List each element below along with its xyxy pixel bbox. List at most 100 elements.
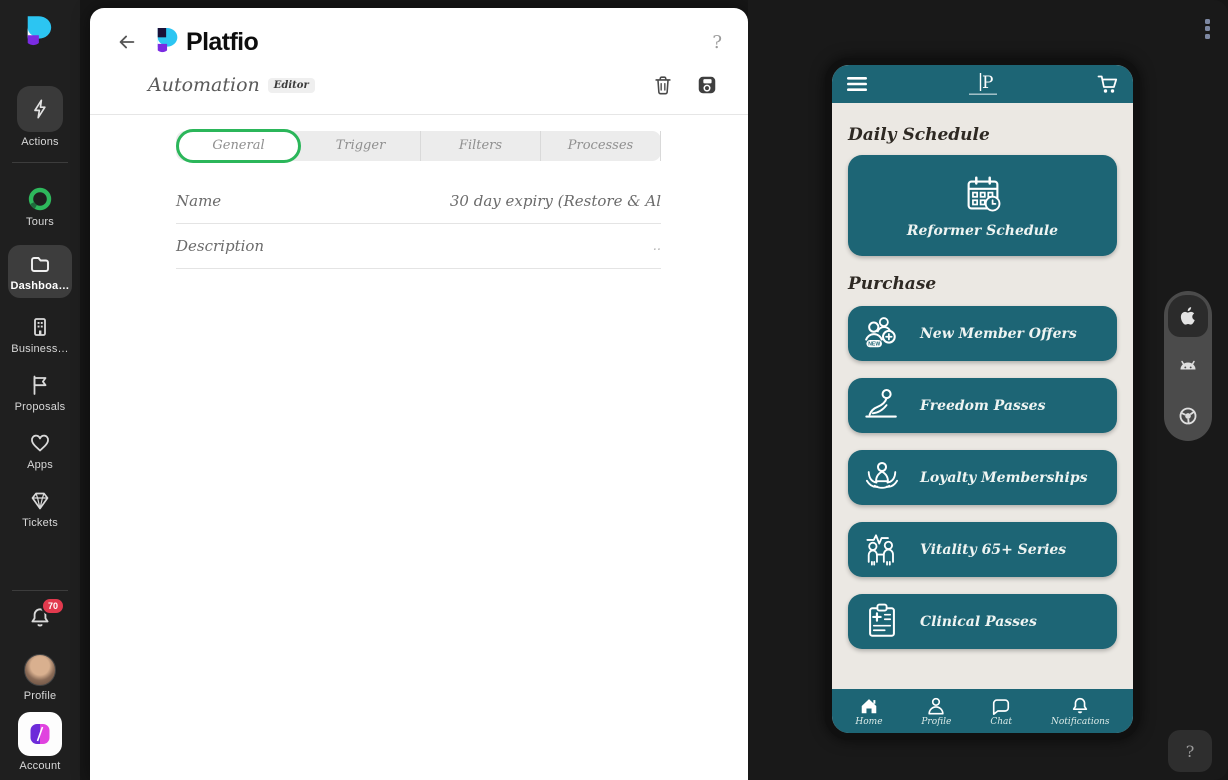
freedom-passes-button[interactable]: Freedom Passes — [848, 378, 1117, 433]
platform-android-button[interactable] — [1168, 345, 1208, 387]
sidebar-divider — [12, 590, 68, 591]
sidebar-item-proposals[interactable]: Proposals — [15, 373, 66, 413]
clinical-passes-button[interactable]: Clinical Passes — [848, 594, 1117, 649]
sidebar-item-profile[interactable]: Profile — [24, 654, 57, 702]
ring-icon — [28, 187, 52, 211]
delete-button[interactable] — [652, 74, 674, 96]
nav-label: Profile — [921, 716, 952, 727]
sidebar-item-label: Dashboa… — [10, 280, 70, 292]
card-label: Reformer Schedule — [906, 223, 1059, 239]
folder-icon — [31, 257, 49, 272]
freedom-pass-icon — [865, 388, 897, 418]
nav-label: Chat — [990, 716, 1013, 727]
hamburger-icon[interactable] — [845, 74, 869, 94]
nav-label: Home — [855, 716, 883, 727]
tab-processes[interactable]: Processes — [541, 131, 661, 161]
android-icon — [1180, 360, 1196, 370]
nav-item-notifications[interactable]: Notifications — [1051, 696, 1110, 727]
automation-editor-panel: Platfio ? Automation Editor General Trig… — [90, 8, 748, 780]
sidebar-item-tours[interactable]: Tours — [26, 186, 54, 228]
phone-preview: P Daily Schedule Reformer Schedule Purch… — [825, 58, 1140, 740]
field-row-name[interactable]: Name 30 day expiry (Restore & Al — [176, 179, 661, 224]
chat-icon — [993, 698, 1010, 715]
sidebar-item-label: Account — [19, 760, 61, 772]
phone-header: P — [832, 65, 1133, 103]
apple-icon — [1180, 307, 1195, 325]
person-icon — [928, 697, 944, 715]
nav-item-chat[interactable]: Chat — [990, 696, 1012, 727]
sidebar-item-label: Profile — [23, 690, 57, 702]
card-label: Loyalty Memberships — [920, 469, 1088, 486]
platform-switcher — [1164, 291, 1212, 441]
page-title: Automation — [148, 74, 260, 96]
sidebar-item-actions[interactable]: Actions — [17, 86, 63, 148]
actions-button[interactable] — [17, 86, 63, 132]
cart-icon[interactable] — [1096, 73, 1120, 95]
sidebar-item-label: Proposals — [14, 401, 66, 413]
new-member-offers-button[interactable]: NEW New Member Offers — [848, 306, 1117, 361]
field-row-description[interactable]: Description .. — [176, 224, 661, 269]
trash-icon — [655, 76, 671, 95]
nav-item-profile[interactable]: Profile — [921, 696, 951, 727]
bell-icon — [1073, 697, 1088, 713]
sidebar-item-apps[interactable]: Apps — [27, 431, 53, 471]
vitality-65-series-button[interactable]: Vitality 65+ Series — [848, 522, 1117, 577]
gem-icon — [31, 492, 49, 510]
clinical-icon — [869, 603, 895, 637]
account-button[interactable] — [18, 712, 62, 756]
preview-help-button[interactable]: ? — [1168, 730, 1212, 772]
sidebar-item-label: Apps — [27, 459, 53, 471]
tab-trigger[interactable]: Trigger — [301, 131, 421, 161]
svg-text:P: P — [982, 73, 993, 93]
save-button[interactable] — [696, 74, 718, 96]
editor-badge: Editor — [267, 77, 315, 93]
card-label: Clinical Passes — [920, 613, 1037, 630]
section-heading: Purchase — [848, 274, 937, 294]
field-label: Name — [176, 192, 222, 210]
notifications-count-badge: 70 — [40, 597, 65, 615]
chrome-icon — [1179, 407, 1197, 425]
platform-chrome-button[interactable] — [1168, 395, 1208, 437]
tab-filters[interactable]: Filters — [421, 131, 541, 161]
sidebar-item-label: Actions — [21, 136, 59, 148]
platfio-logo-icon — [157, 28, 178, 53]
lotus-icon — [865, 461, 899, 489]
sidebar-item-tickets[interactable]: Tickets — [22, 489, 58, 529]
lightning-icon — [34, 99, 46, 119]
seniors-icon — [866, 533, 894, 566]
section-heading: Daily Schedule — [848, 125, 990, 145]
flag-icon — [33, 375, 47, 395]
field-label: Description — [176, 237, 265, 255]
calendar-clock-icon — [967, 176, 1000, 212]
sidebar-item-dashboard[interactable]: Dashboa… — [8, 245, 72, 298]
app-preview-panel: P Daily Schedule Reformer Schedule Purch… — [748, 0, 1228, 780]
phone-bottom-nav: Home Profile Chat Notifications — [832, 689, 1133, 733]
sidebar-item-business[interactable]: Business… — [11, 315, 69, 355]
platfio-logo-icon — [27, 16, 52, 46]
nav-item-home[interactable]: Home — [855, 696, 883, 727]
home-icon — [861, 698, 877, 713]
sidebar-item-account[interactable]: Account — [18, 712, 62, 772]
avatar — [24, 654, 56, 686]
arrow-left-icon — [119, 35, 135, 49]
back-button[interactable] — [116, 31, 138, 53]
notifications-button[interactable]: 70 — [27, 597, 65, 636]
reformer-schedule-button[interactable]: Reformer Schedule — [848, 155, 1117, 256]
help-icon[interactable]: ? — [712, 32, 722, 53]
sidebar-divider — [12, 162, 68, 163]
sidebar-item-label: Tickets — [22, 517, 58, 529]
account-logo — [30, 724, 50, 744]
loyalty-memberships-button[interactable]: Loyalty Memberships — [848, 450, 1117, 505]
heart-icon — [31, 434, 49, 452]
sidebar-item-label: Business… — [11, 343, 69, 355]
editor-header: Platfio ? Automation Editor — [90, 8, 748, 108]
new-member-icon: NEW — [864, 316, 896, 347]
tab-general[interactable]: General — [176, 129, 301, 163]
editor-tabbar: General Trigger Filters Processes — [176, 129, 661, 163]
brand-logo: Platfio — [154, 26, 259, 58]
platform-apple-button[interactable] — [1168, 295, 1208, 337]
card-label: New Member Offers — [920, 325, 1077, 342]
kebab-menu-icon[interactable] — [1205, 16, 1210, 41]
save-icon — [698, 76, 716, 94]
field-value: .. — [652, 238, 661, 254]
